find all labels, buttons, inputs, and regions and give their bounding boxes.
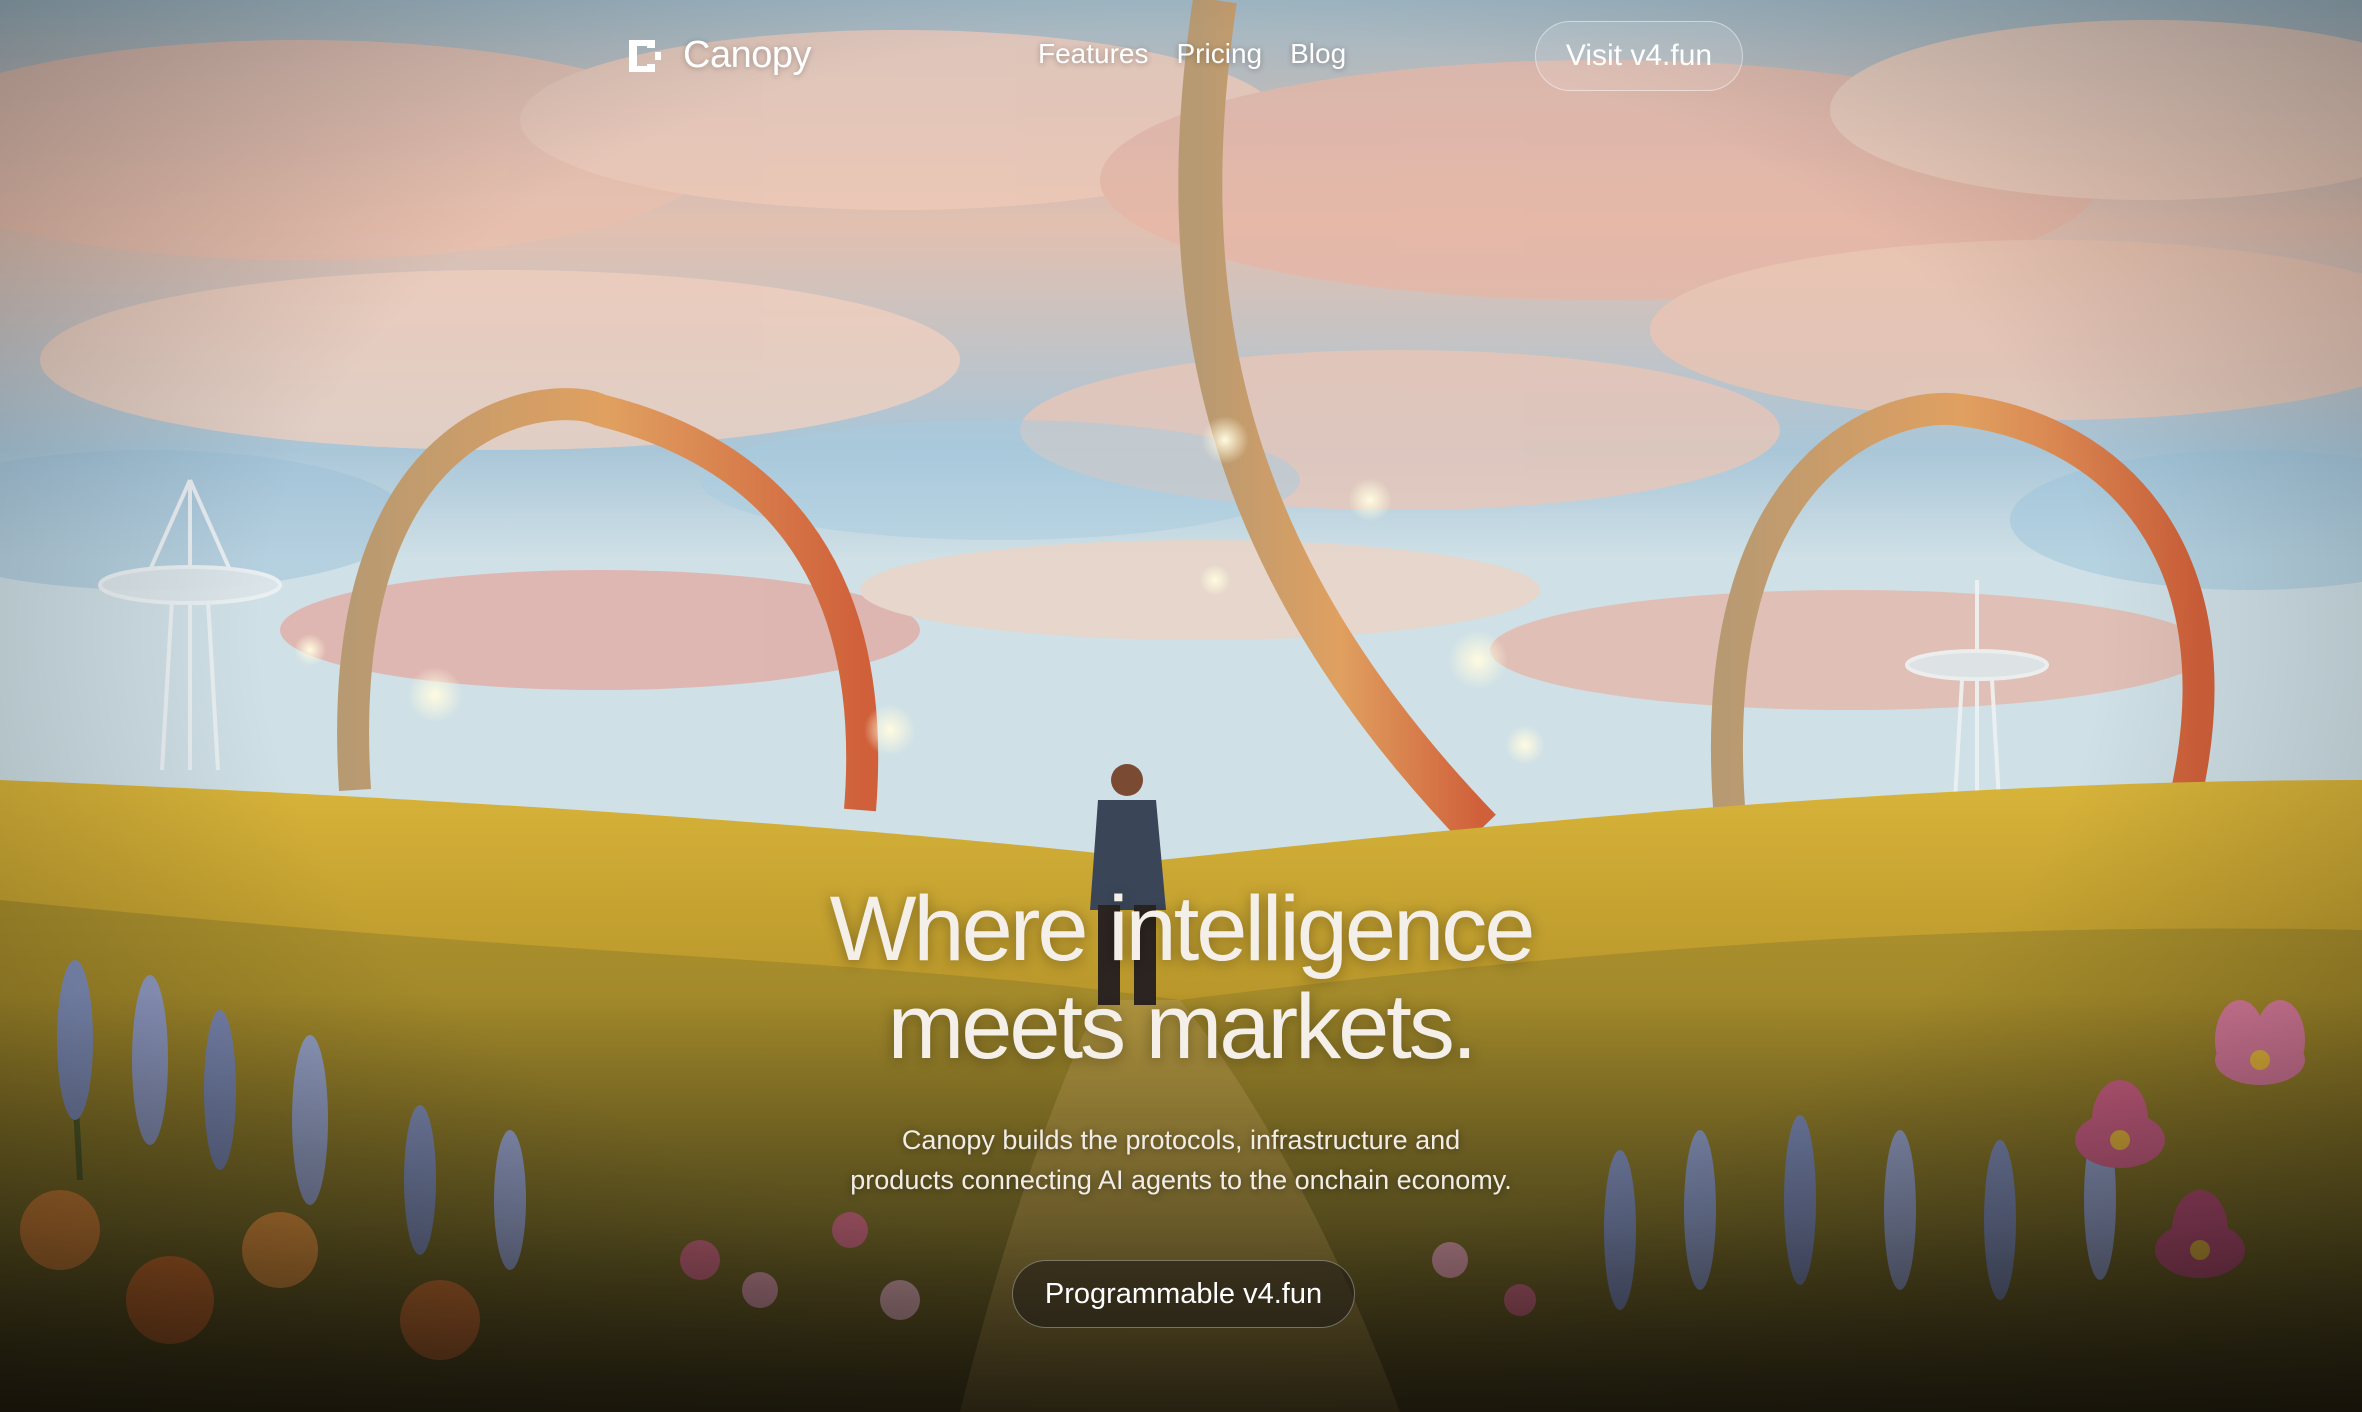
nav-link-blog[interactable]: Blog [1290, 38, 1346, 70]
hero-background-illustration [0, 0, 2362, 1412]
programmable-v4-button[interactable]: Programmable v4.fun [1012, 1260, 1355, 1328]
hero-subtitle: Canopy builds the protocols, infrastruct… [801, 1120, 1561, 1200]
hero-title: Where intelligence meets markets. [0, 880, 2362, 1076]
nav-link-features[interactable]: Features [1038, 38, 1149, 70]
brand-name: Canopy [683, 34, 811, 76]
hero-subtitle-line-1: Canopy builds the protocols, infrastruct… [901, 1125, 1461, 1155]
nav-links: Features Pricing Blog [1038, 38, 1346, 70]
hero-section: Where intelligence meets markets. Canopy… [0, 880, 2362, 1200]
landing-page: Canopy Features Pricing Blog Visit v4.fu… [0, 0, 2362, 1412]
canopy-bracket-icon [629, 39, 661, 72]
nav-link-pricing[interactable]: Pricing [1177, 38, 1263, 70]
visit-v4-button[interactable]: Visit v4.fun [1535, 21, 1743, 91]
hero-title-line-2: meets markets. [887, 976, 1478, 1078]
hero-title-line-1: Where intelligence [829, 878, 1536, 980]
brand-logo-link[interactable]: Canopy [625, 34, 811, 77]
top-navigation: Canopy Features Pricing Blog Visit v4.fu… [0, 0, 2362, 115]
hero-subtitle-line-2: products connecting AI agents to the onc… [850, 1165, 1512, 1195]
